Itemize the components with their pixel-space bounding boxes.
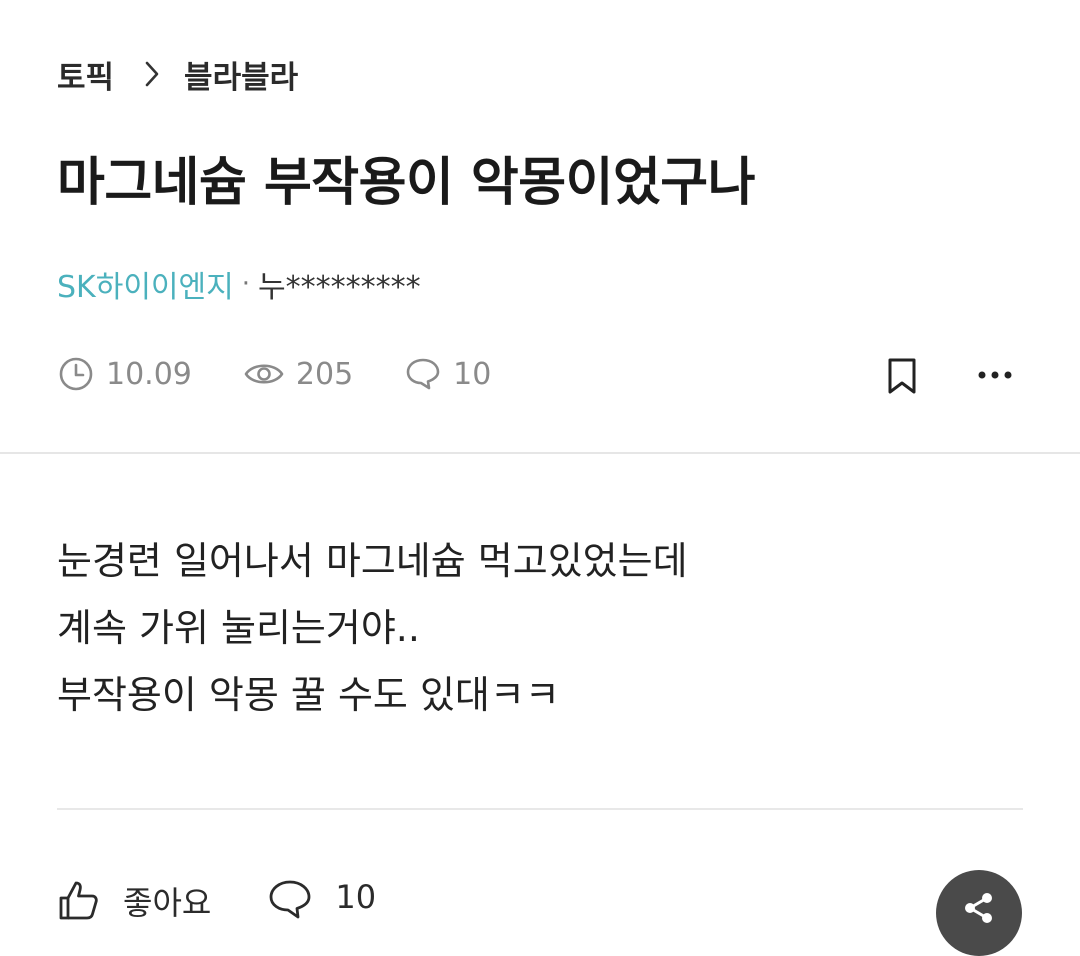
post-title: 마그네슘 부작용이 악몽이었구나 [57,153,755,213]
post-meta: 10.09 205 10 [58,352,543,396]
body-divider [57,808,1023,810]
author-separator: · [241,269,250,299]
more-options-button[interactable] [972,355,1018,395]
post-body-line: 부작용이 악몽 꿀 수도 있대ㅋㅋ [57,673,560,717]
post-body-line: 계속 가위 눌리는거야.. [57,606,420,650]
post-views-value: 205 [295,356,354,392]
share-icon [965,893,992,923]
post-body: 눈경련 일어나서 마그네슘 먹고있었는데 계속 가위 눌리는거야.. 부작용이 … [57,528,688,729]
post-date: 10.09 [58,356,192,392]
post-author: SK하이이엔지 · 누********* [57,262,421,306]
more-horizontal-icon [978,371,1012,379]
comment-button[interactable]: 10 [267,878,376,922]
post-comments-value: 10 [453,356,492,392]
breadcrumb-board-link[interactable]: 블라블라 [184,52,298,97]
author-nickname: 누********* [257,270,421,305]
post-actions: 좋아요 10 [57,878,432,938]
post-comments: 10 [405,357,491,392]
comment-icon [269,880,311,919]
post-body-line: 눈경련 일어나서 마그네슘 먹고있었는데 [57,539,688,583]
bookmark-icon [888,358,916,394]
breadcrumb: 토픽 블라블라 [57,52,298,96]
post-views: 205 [244,357,353,392]
share-button[interactable] [936,870,1022,956]
post-date-value: 10.09 [106,356,192,392]
like-label: 좋아요 [123,884,212,922]
thumbs-up-icon [59,881,98,920]
like-button[interactable]: 좋아요 [57,878,211,924]
author-company-link[interactable]: SK하이이엔지 [57,262,234,306]
breadcrumb-topic-link[interactable]: 토픽 [57,52,114,97]
clock-icon [59,357,93,391]
header-divider [0,452,1080,454]
bookmark-button[interactable] [882,355,922,397]
chevron-right-icon [144,60,160,88]
speech-bubble-icon [406,358,440,390]
comment-count: 10 [335,878,377,916]
eye-icon [244,364,284,384]
